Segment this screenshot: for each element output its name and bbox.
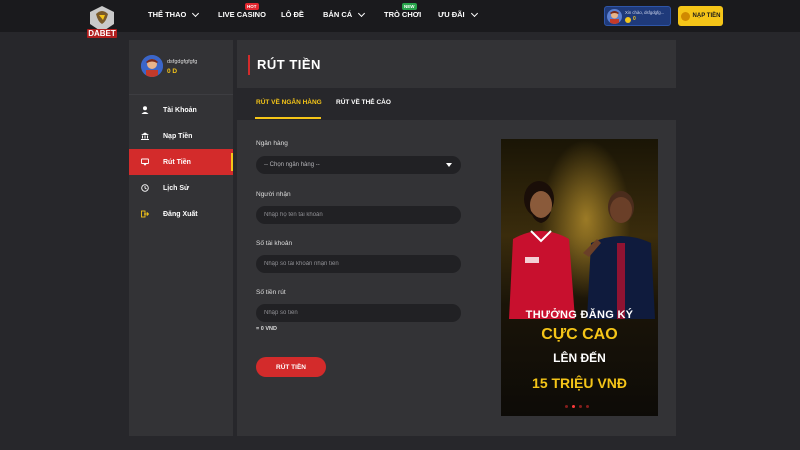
amount-label: Số tiền rút (256, 289, 286, 296)
user-account-box[interactable]: Xin chào, dsfgdgfg... 0 (604, 6, 671, 26)
nav-label: ƯU ĐÃI (438, 10, 465, 19)
sidebar-item-label: Rút Tiền (163, 158, 191, 166)
nav-live-casino[interactable]: LIVE CASINO HOT (218, 3, 266, 19)
sidebar-item-label: Đăng Xuất (163, 210, 198, 218)
carousel-dot-active[interactable] (572, 405, 575, 408)
nav-lo-de[interactable]: LÔ ĐỀ (281, 10, 304, 19)
amount-conversion: = 0 VND (256, 326, 277, 332)
tab-card-withdraw[interactable]: RÚT VỀ THẺ CÀO (336, 99, 391, 106)
nav-the-thao[interactable]: THỂ THAO (148, 9, 200, 19)
amount-input[interactable] (256, 304, 461, 322)
withdraw-form-panel: Ngân hàng -- Chọn ngân hàng -- Người nhậ… (237, 120, 676, 436)
banner-headline: THƯỞNG ĐĂNG KÝ (525, 309, 634, 321)
chevron-down-icon (192, 9, 200, 17)
nav-ban-ca[interactable]: BẮN CÁ (323, 9, 366, 19)
sidebar-item-label: Lịch Sử (163, 184, 190, 192)
account-number-input[interactable] (256, 255, 461, 273)
sidebar-item-label: Tài Khoản (163, 106, 197, 114)
dabet-logo[interactable]: DABET (84, 4, 120, 44)
user-greeting: Xin chào, dsfgdgfg... (625, 10, 665, 15)
bank-icon (141, 132, 149, 140)
active-tab-indicator (255, 117, 321, 119)
bank-label: Ngân hàng (256, 140, 288, 147)
nav-label: LÔ ĐỀ (281, 10, 304, 19)
nav-label: TRÒ CHƠI (384, 10, 422, 19)
withdraw-tabs: RÚT VỀ NGÂN HÀNG RÚT VỀ THẺ CÀO (237, 88, 676, 119)
player-image-left (509, 181, 575, 319)
tab-bank-withdraw[interactable]: RÚT VỀ NGÂN HÀNG (256, 99, 322, 106)
coin-icon (625, 16, 631, 23)
sidebar-item-nap-tien[interactable]: Nạp Tiền (129, 123, 233, 149)
user-balance: 0 (633, 16, 636, 22)
recipient-label: Người nhận (256, 191, 291, 198)
profile-card: dsfgdgfgfgfg 0 D (129, 40, 233, 95)
dropdown-arrow-icon (446, 163, 452, 167)
nav-label: LIVE CASINO (218, 10, 266, 19)
banner-subline: LÊN ĐẾN (553, 351, 606, 365)
coin-icon (680, 11, 690, 21)
page-title: RÚT TIỀN (257, 57, 321, 72)
withdraw-submit-button[interactable]: RÚT TIỀN (256, 357, 326, 377)
account-number-label: Số tài khoản (256, 240, 293, 247)
nav-label: THỂ THAO (148, 10, 187, 19)
chevron-down-icon (358, 9, 366, 17)
account-sidebar: dsfgdgfgfgfg 0 D Tài Khoản Nạp Tiền Rút … (129, 40, 233, 436)
carousel-dot[interactable] (565, 405, 568, 408)
user-icon (141, 106, 149, 114)
deposit-button[interactable]: NẠP TIỀN (678, 6, 723, 26)
sidebar-item-tai-khoan[interactable]: Tài Khoản (129, 97, 233, 123)
bank-select-value: -- Chọn ngân hàng -- (264, 162, 320, 168)
profile-username: dsfgdgfgfgfg (167, 59, 198, 65)
nav-label: BẮN CÁ (323, 10, 353, 19)
logout-icon (141, 210, 149, 218)
sidebar-item-lich-su[interactable]: Lịch Sử (129, 175, 233, 201)
recipient-input[interactable] (256, 206, 461, 224)
avatar (607, 8, 622, 24)
new-badge: NEW (402, 3, 417, 10)
chevron-down-icon (470, 9, 478, 17)
carousel-dot[interactable] (586, 405, 589, 408)
bank-select[interactable]: -- Chọn ngân hàng -- (256, 156, 461, 174)
nav-uu-dai[interactable]: ƯU ĐÃI (438, 9, 478, 19)
sidebar-item-label: Nạp Tiền (163, 132, 193, 140)
sidebar-item-dang-xuat[interactable]: Đăng Xuất (129, 201, 233, 227)
banner-amount: 15 TRIỆU VNĐ (532, 375, 627, 391)
carousel-dots (565, 405, 589, 408)
banner-highlight: CỰC CAO (541, 326, 618, 343)
page-title-bar: RÚT TIỀN (237, 40, 676, 88)
title-accent (248, 55, 250, 75)
svg-text:DABET: DABET (88, 29, 116, 38)
hot-badge: HOT (245, 3, 259, 10)
top-header: DABET THỂ THAO LIVE CASINO HOT LÔ ĐỀ BẮN… (0, 0, 800, 38)
nav-tro-choi[interactable]: TRÒ CHƠI NEW (384, 3, 422, 19)
avatar (141, 55, 163, 77)
promo-banner[interactable]: THƯỞNG ĐĂNG KÝ CỰC CAO LÊN ĐẾN 15 TRIỆU … (501, 139, 658, 416)
deposit-label: NẠP TIỀN (692, 13, 721, 19)
sidebar-item-rut-tien[interactable]: Rút Tiền (129, 149, 233, 175)
player-image-right (583, 191, 655, 319)
profile-balance: 0 D (167, 68, 178, 75)
carousel-dot[interactable] (579, 405, 582, 408)
history-icon (141, 184, 149, 192)
withdraw-icon (141, 158, 149, 166)
